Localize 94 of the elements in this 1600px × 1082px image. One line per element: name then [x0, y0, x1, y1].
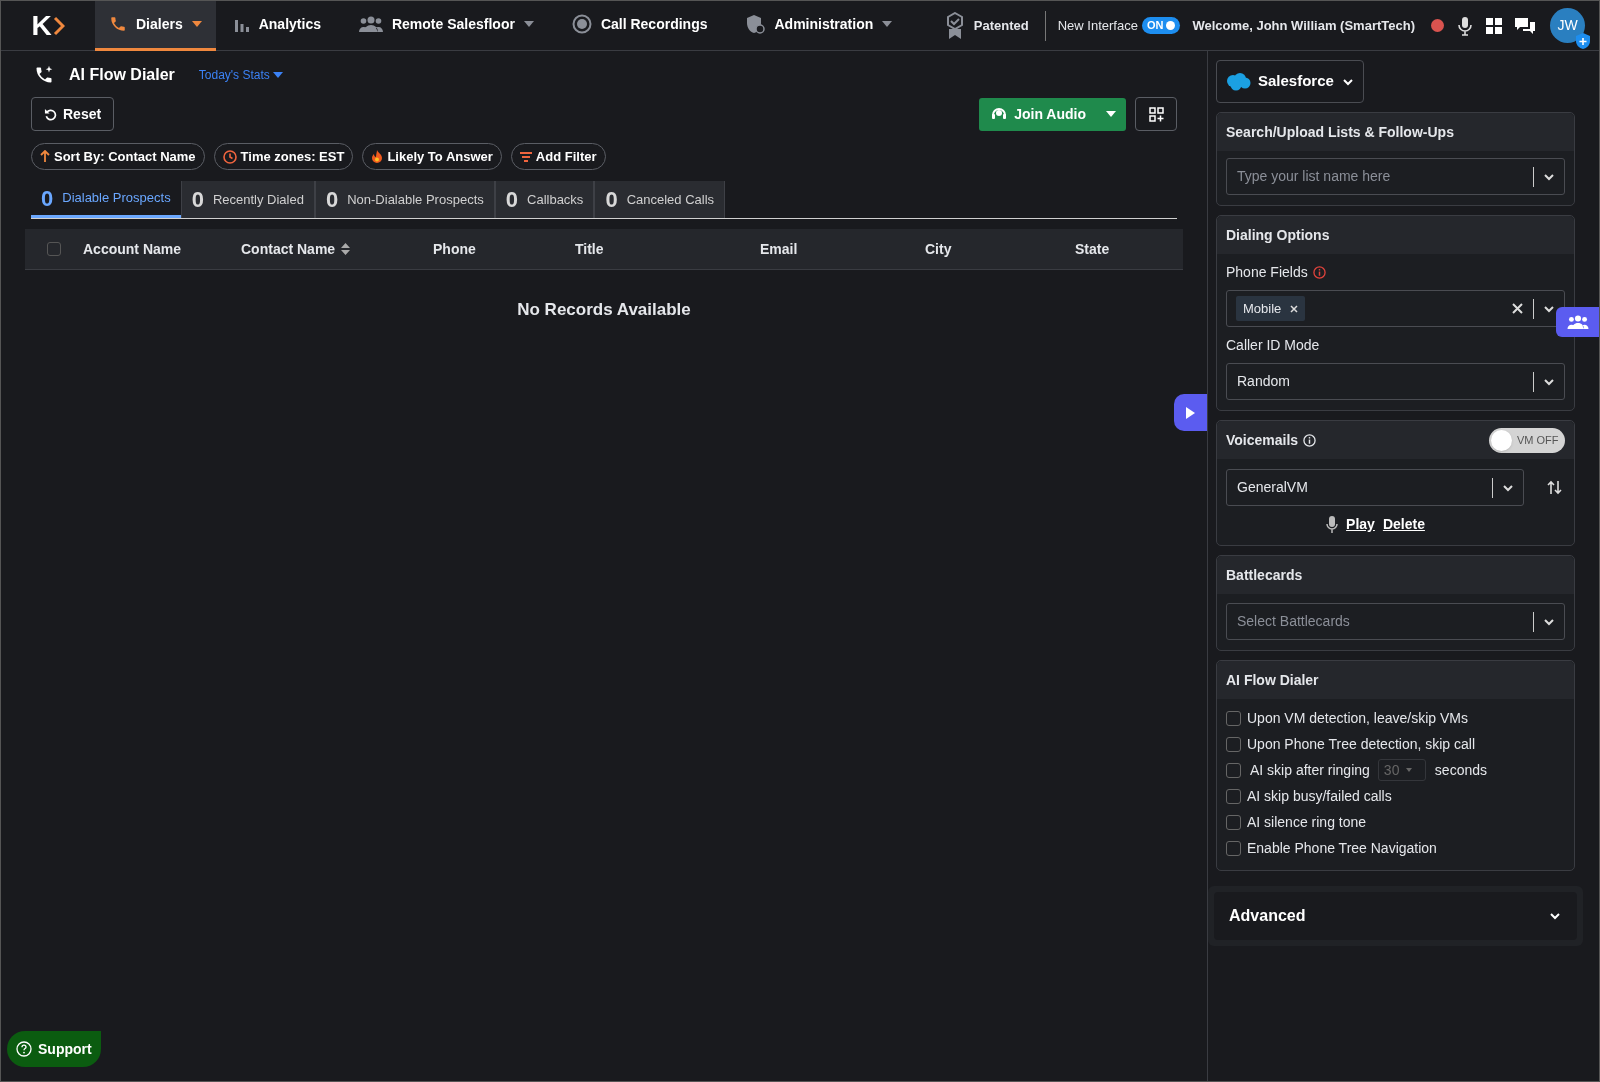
- todays-stats-link[interactable]: Today's Stats: [198, 66, 283, 84]
- arrow-up-icon: [40, 150, 50, 163]
- advanced-accordion[interactable]: Advanced: [1214, 892, 1577, 940]
- microphone-icon: [1326, 515, 1339, 534]
- column-header[interactable]: Account Name: [83, 238, 182, 260]
- option-label: seconds: [1434, 760, 1487, 780]
- clear-icon[interactable]: [1512, 303, 1523, 314]
- nav-tab[interactable]: Analytics: [219, 0, 335, 51]
- remove-icon[interactable]: [1290, 304, 1299, 313]
- checkbox[interactable]: [1226, 814, 1241, 830]
- caret-icon: [1406, 768, 1413, 772]
- grid-add-icon: [1148, 106, 1164, 122]
- option-label: AI skip after ringing: [1250, 760, 1370, 780]
- phone-fields-select[interactable]: Mobile: [1226, 290, 1565, 327]
- section-title: Voicemails: [1226, 430, 1299, 450]
- column-header[interactable]: State: [1075, 238, 1110, 260]
- help-icon: [16, 1041, 32, 1057]
- empty-message: No Records Available: [517, 299, 691, 321]
- people-icon: [1566, 315, 1589, 329]
- badge-icon: [945, 11, 964, 40]
- checkbox[interactable]: [1226, 710, 1241, 726]
- select-all-checkbox[interactable]: [47, 242, 61, 256]
- field-label: Caller ID Mode: [1226, 335, 1320, 355]
- record-icon: [571, 14, 592, 34]
- nav-tab[interactable]: Remote Salesfloor: [344, 0, 548, 51]
- prospect-tab[interactable]: 0 Callbacks: [494, 181, 595, 218]
- logo-letter: K: [31, 11, 52, 40]
- swap-icon[interactable]: [1547, 480, 1562, 495]
- delete-link[interactable]: Delete: [1382, 514, 1425, 535]
- shield-plus-icon: [1575, 33, 1591, 49]
- section-title: Search/Upload Lists & Follow-Ups: [1226, 122, 1454, 142]
- new-interface-label: New Interface: [1057, 16, 1138, 35]
- field-label: Phone Fields: [1226, 262, 1308, 282]
- chat-icon[interactable]: [1514, 16, 1536, 35]
- option-label: AI silence ring tone: [1247, 812, 1367, 832]
- filter-icon: [519, 151, 532, 162]
- sort-icon[interactable]: [341, 243, 351, 255]
- nav-tab[interactable]: Dialers: [95, 0, 216, 51]
- layout-button[interactable]: [1135, 97, 1177, 131]
- info-icon: [1312, 265, 1326, 279]
- prospect-tab[interactable]: 0 Recently Dialed: [180, 181, 315, 218]
- team-side-button[interactable]: [1556, 307, 1599, 337]
- caller-id-select[interactable]: Random: [1226, 363, 1565, 400]
- nav-tab[interactable]: Administration: [731, 0, 907, 51]
- support-button[interactable]: Support: [7, 1031, 101, 1067]
- column-header[interactable]: Email: [760, 238, 798, 260]
- welcome-text: Welcome, John William (SmartTech): [1192, 16, 1415, 35]
- caret-icon: [1106, 111, 1116, 117]
- patented-label: Patented: [973, 16, 1029, 35]
- prospect-tab[interactable]: 0 Canceled Calls: [594, 181, 726, 218]
- phone-icon: [109, 15, 127, 33]
- prospect-tab[interactable]: 0 Non-Dialable Prospects: [314, 181, 495, 218]
- grid-icon[interactable]: [1486, 17, 1502, 34]
- reset-button[interactable]: Reset: [31, 97, 115, 131]
- microphone-icon[interactable]: [1458, 15, 1472, 36]
- info-icon: [1303, 433, 1317, 447]
- column-header[interactable]: Title: [575, 238, 604, 260]
- column-header[interactable]: Contact Name: [241, 238, 336, 260]
- column-header[interactable]: City: [925, 238, 952, 260]
- page-title: AI Flow Dialer: [69, 65, 175, 85]
- cloud-icon: [1225, 72, 1251, 91]
- shield-icon: [745, 14, 766, 34]
- chevron-logo-icon: [52, 15, 65, 36]
- crm-selector[interactable]: Salesforce: [1216, 60, 1364, 103]
- battlecards-select[interactable]: Select Battlecards: [1226, 603, 1565, 640]
- option-label: Upon VM detection, leave/skip VMs: [1247, 708, 1468, 728]
- tag-chip[interactable]: Mobile: [1236, 295, 1306, 322]
- list-search-field[interactable]: Type your list name here: [1226, 158, 1565, 195]
- section-title: AI Flow Dialer: [1226, 670, 1319, 690]
- option-label: Enable Phone Tree Navigation: [1247, 838, 1437, 858]
- headset-icon: [991, 106, 1008, 122]
- play-link[interactable]: Play: [1346, 514, 1375, 535]
- section-title: Dialing Options: [1226, 225, 1330, 245]
- section-title: Battlecards: [1226, 565, 1303, 585]
- expand-panel-tab[interactable]: [1174, 394, 1207, 431]
- undo-icon: [44, 107, 57, 121]
- flame-icon: [371, 149, 384, 164]
- caret-icon: [272, 72, 283, 78]
- voicemail-select[interactable]: GeneralVM: [1226, 469, 1524, 506]
- people-icon: [358, 16, 383, 32]
- option-label: Upon Phone Tree detection, skip call: [1247, 734, 1476, 754]
- voicemail-toggle[interactable]: VM OFF: [1489, 427, 1565, 453]
- column-header[interactable]: Phone: [433, 238, 476, 260]
- checkbox[interactable]: [1226, 762, 1241, 778]
- phone-sparkle-icon: [34, 65, 54, 85]
- checkbox[interactable]: [1226, 840, 1241, 856]
- nav-tab[interactable]: Call Recordings: [557, 0, 722, 51]
- play-icon: [1186, 406, 1195, 419]
- user-avatar[interactable]: JW: [1550, 8, 1585, 43]
- join-audio-button[interactable]: Join Audio: [979, 97, 1126, 131]
- checkbox[interactable]: [1226, 736, 1241, 752]
- checkbox[interactable]: [1226, 788, 1241, 804]
- clock-icon: [222, 149, 237, 164]
- option-label: AI skip busy/failed calls: [1247, 786, 1392, 806]
